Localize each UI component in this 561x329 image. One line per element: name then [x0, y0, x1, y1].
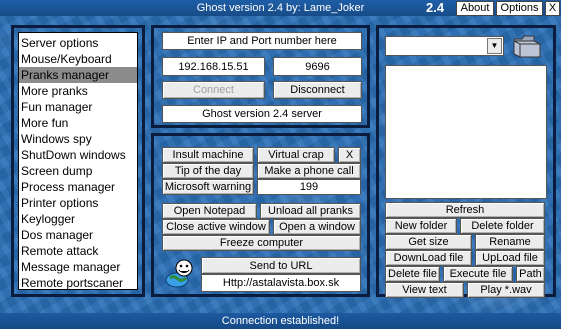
port-input[interactable]: 9696 — [273, 57, 362, 76]
menu-item[interactable]: Windows spy — [19, 131, 137, 147]
menu-list[interactable]: Server options Mouse/Keyboard Pranks manag… — [18, 32, 138, 290]
menu-item[interactable]: Server options — [19, 35, 137, 51]
drive-select[interactable]: ▼ — [385, 36, 504, 56]
menu-item[interactable]: ShutDown windows — [19, 147, 137, 163]
virtual-crap-button[interactable]: Virtual crap — [257, 147, 335, 163]
refresh-button[interactable]: Refresh — [385, 202, 545, 218]
version-number: 2.4 — [426, 0, 445, 15]
menu-item[interactable]: Message manager — [19, 259, 137, 275]
delete-folder-button[interactable]: Delete folder — [460, 218, 545, 234]
menu-item[interactable]: Fun manager — [19, 99, 137, 115]
upload-file-button[interactable]: UpLoad file — [475, 250, 545, 266]
download-file-button[interactable]: DownLoad file — [385, 250, 472, 266]
options-button[interactable]: Options — [496, 1, 543, 16]
play-wav-button[interactable]: Play *.wav — [467, 282, 545, 298]
ip-address-input[interactable]: 192.168.15.51 — [162, 57, 265, 76]
server-version-label: Ghost version 2.4 server — [162, 105, 362, 123]
close-button[interactable]: X — [545, 1, 560, 16]
microsoft-warning-button[interactable]: Microsoft warning — [162, 179, 254, 195]
about-button[interactable]: About — [456, 1, 494, 16]
menu-item[interactable]: Mouse/Keyboard — [19, 51, 137, 67]
menu-item[interactable]: Process manager — [19, 179, 137, 195]
delete-file-button[interactable]: Delete file — [385, 266, 440, 282]
open-window-button[interactable]: Open a window — [273, 219, 361, 235]
connect-button[interactable]: Connect — [162, 81, 265, 99]
close-window-button[interactable]: Close active window — [162, 219, 270, 235]
file-list-box[interactable] — [385, 65, 547, 199]
folder-icon[interactable] — [512, 33, 542, 59]
menu-item[interactable]: More fun — [19, 115, 137, 131]
unload-pranks-button[interactable]: Unload all pranks — [260, 203, 361, 219]
insult-machine-button[interactable]: Insult machine — [162, 147, 254, 163]
freeze-computer-button[interactable]: Freeze computer — [162, 235, 361, 251]
menu-item[interactable]: Keylogger — [19, 211, 137, 227]
phone-call-button[interactable]: Make a phone call — [257, 163, 361, 179]
open-notepad-button[interactable]: Open Notepad — [162, 203, 257, 219]
url-input[interactable]: Http://astalavista.box.sk — [201, 274, 361, 292]
send-to-url-button[interactable]: Send to URL — [201, 257, 361, 274]
menu-item[interactable]: More pranks — [19, 83, 137, 99]
warning-count-input[interactable]: 199 — [257, 179, 361, 195]
globe-smiley-icon — [164, 258, 196, 288]
menu-item[interactable]: Screen dump — [19, 163, 137, 179]
path-button[interactable]: Path — [516, 266, 545, 282]
menu-item[interactable]: Printer options — [19, 195, 137, 211]
menu-item[interactable]: Dos manager — [19, 227, 137, 243]
title-bar: Ghost version 2.4 by: Lame_Joker 2.4 Abo… — [0, 0, 561, 16]
rename-button[interactable]: Rename — [475, 234, 545, 250]
menu-item[interactable]: Pranks manager — [19, 67, 137, 83]
chevron-down-icon[interactable]: ▼ — [487, 38, 502, 54]
menu-item[interactable]: Remote portscaner — [19, 275, 137, 291]
status-bar: Connection established! — [0, 313, 561, 329]
get-size-button[interactable]: Get size — [385, 234, 472, 250]
virtual-crap-close-button[interactable]: X — [338, 147, 361, 163]
execute-file-button[interactable]: Execute file — [443, 266, 513, 282]
menu-item[interactable]: Remote attack — [19, 243, 137, 259]
new-folder-button[interactable]: New folder — [385, 218, 457, 234]
tip-of-day-button[interactable]: Tip of the day — [162, 163, 254, 179]
connection-header: Enter IP and Port number here — [162, 32, 362, 50]
view-text-button[interactable]: View text — [385, 282, 464, 298]
disconnect-button[interactable]: Disconnect — [273, 81, 362, 99]
